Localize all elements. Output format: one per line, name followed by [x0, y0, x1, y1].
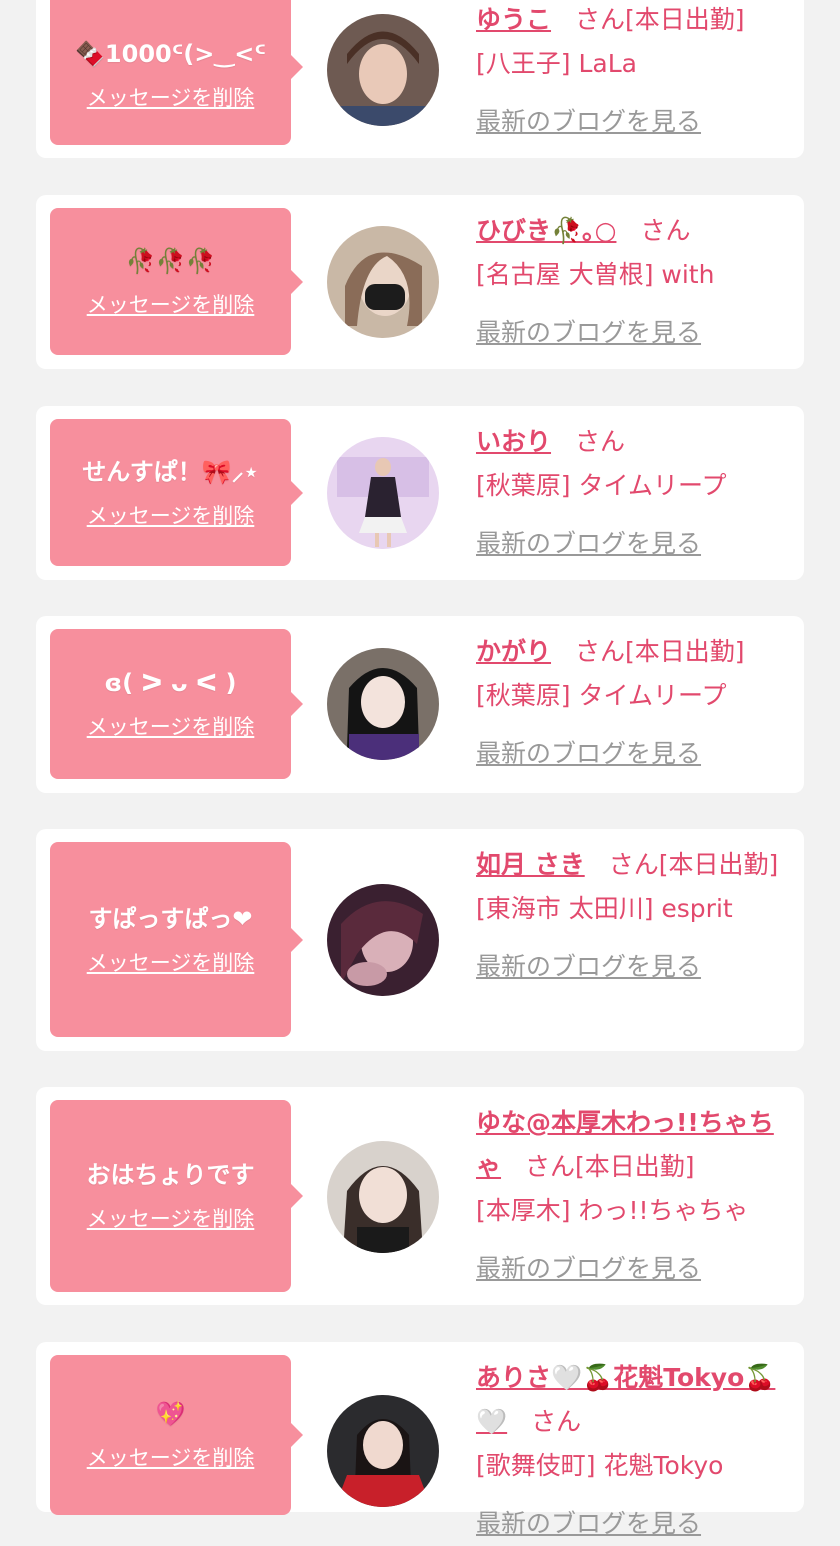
- message-bubble: ɞ( ᐳ ᴗ ᐸ ) メッセージを削除: [50, 629, 303, 779]
- latest-blog-link[interactable]: 最新のブログを見る: [476, 100, 701, 144]
- latest-blog-link[interactable]: 最新のブログを見る: [476, 311, 701, 355]
- message-card: せんすぱ！🎀⸝⋆ メッセージを削除 いおり さん [秋葉原] タイムリープ 最新の…: [36, 406, 804, 580]
- girl-name-link[interactable]: 如月 さき: [476, 850, 585, 879]
- message-bubble: 🥀🥀🥀 メッセージを削除: [50, 208, 303, 355]
- message-card: 🥀🥀🥀 メッセージを削除 ひびき🥀｡○ さん [名古屋 大曽根] with 最新の…: [36, 195, 804, 369]
- girl-info: いおり さん [秋葉原] タイムリープ 最新のブログを見る: [476, 420, 790, 566]
- girl-name-link[interactable]: いおり: [476, 427, 551, 456]
- shop-label: [名古屋 大曽根] with: [476, 260, 715, 289]
- girl-name-link[interactable]: かがり: [476, 637, 551, 666]
- message-card: おはちょりです メッセージを削除 ゆな@本厚木わっ!!ちゃちゃ さん[本日出勤] …: [36, 1087, 804, 1305]
- message-bubble: 🍫1000ᑦ(>‿<ᑦ メッセージを削除: [50, 0, 303, 145]
- avatar[interactable]: [327, 14, 439, 126]
- honorific: さん: [575, 637, 626, 666]
- delete-message-link[interactable]: メッセージを削除: [87, 84, 255, 112]
- shop-label: [八王子] LaLa: [476, 49, 637, 78]
- message-bubble: すぱっすぱっ❤ メッセージを削除: [50, 842, 303, 1037]
- status-label: [本日出勤]: [625, 637, 745, 666]
- honorific: さん: [575, 5, 626, 34]
- shop-label: [東海市 太田川] esprit: [476, 894, 733, 923]
- message-text: せんすぱ！🎀⸝⋆: [82, 457, 259, 486]
- avatar[interactable]: [327, 226, 439, 338]
- latest-blog-link[interactable]: 最新のブログを見る: [476, 1502, 701, 1546]
- shop-label: [本厚木] わっ!!ちゃちゃ: [476, 1196, 749, 1225]
- honorific: さん: [640, 216, 691, 245]
- delete-message-link[interactable]: メッセージを削除: [87, 1205, 255, 1233]
- message-card: 💖 メッセージを削除 ありさ🤍🍒花魁Tokyo🍒🤍 さん [歌舞伎町] 花魁Tok…: [36, 1342, 804, 1538]
- message-bubble: せんすぱ！🎀⸝⋆ メッセージを削除: [50, 419, 303, 566]
- honorific: さん: [575, 427, 626, 456]
- message-bubble: 💖 メッセージを削除: [50, 1355, 303, 1515]
- message-text: 🥀🥀🥀: [125, 246, 216, 275]
- girl-info: ひびき🥀｡○ さん [名古屋 大曽根] with 最新のブログを見る: [476, 209, 790, 355]
- avatar[interactable]: [327, 648, 439, 760]
- delete-message-link[interactable]: メッセージを削除: [87, 713, 255, 741]
- girl-info: かがり さん[本日出勤] [秋葉原] タイムリープ 最新のブログを見る: [476, 630, 790, 776]
- message-card: すぱっすぱっ❤ メッセージを削除 如月 さき さん[本日出勤] [東海市 太田川]…: [36, 829, 804, 1051]
- delete-message-link[interactable]: メッセージを削除: [87, 1444, 255, 1472]
- honorific: さん: [608, 850, 659, 879]
- shop-label: [秋葉原] タイムリープ: [476, 471, 727, 500]
- message-bubble: おはちょりです メッセージを削除: [50, 1100, 303, 1292]
- message-text: 💖: [155, 1400, 186, 1428]
- message-card: ɞ( ᐳ ᴗ ᐸ ) メッセージを削除 かがり さん[本日出勤] [秋葉原] タイ…: [36, 616, 804, 793]
- avatar[interactable]: [327, 437, 439, 549]
- avatar[interactable]: [327, 1141, 439, 1253]
- honorific: さん: [531, 1407, 582, 1436]
- message-card: 🍫1000ᑦ(>‿<ᑦ メッセージを削除 ゆうこ さん[本日出勤] [八王子] L…: [36, 0, 804, 158]
- avatar[interactable]: [327, 884, 439, 996]
- message-text: すぱっすぱっ❤: [88, 904, 253, 933]
- girl-info: ありさ🤍🍒花魁Tokyo🍒🤍 さん [歌舞伎町] 花魁Tokyo 最新のブログを見…: [476, 1356, 790, 1546]
- girl-name-link[interactable]: ひびき🥀｡○: [476, 216, 616, 245]
- delete-message-link[interactable]: メッセージを削除: [87, 949, 255, 977]
- status-label: [本日出勤]: [575, 1152, 695, 1181]
- honorific: さん: [525, 1152, 576, 1181]
- message-text: おはちょりです: [86, 1161, 255, 1189]
- status-label: [本日出勤]: [625, 5, 745, 34]
- girl-info: 如月 さき さん[本日出勤] [東海市 太田川] esprit 最新のブログを見る: [476, 843, 790, 989]
- delete-message-link[interactable]: メッセージを削除: [87, 291, 255, 319]
- girl-info: ゆうこ さん[本日出勤] [八王子] LaLa 最新のブログを見る: [476, 0, 790, 144]
- delete-message-link[interactable]: メッセージを削除: [87, 502, 255, 530]
- shop-label: [歌舞伎町] 花魁Tokyo: [476, 1451, 724, 1480]
- message-text: ɞ( ᐳ ᴗ ᐸ ): [104, 669, 237, 697]
- latest-blog-link[interactable]: 最新のブログを見る: [476, 945, 701, 989]
- girl-name-link[interactable]: ありさ🤍🍒花魁Tokyo🍒🤍: [476, 1363, 775, 1436]
- avatar[interactable]: [327, 1395, 439, 1507]
- latest-blog-link[interactable]: 最新のブログを見る: [476, 732, 701, 776]
- latest-blog-link[interactable]: 最新のブログを見る: [476, 1247, 701, 1291]
- latest-blog-link[interactable]: 最新のブログを見る: [476, 522, 701, 566]
- shop-label: [秋葉原] タイムリープ: [476, 681, 727, 710]
- girl-name-link[interactable]: ゆうこ: [476, 5, 551, 34]
- girl-info: ゆな@本厚木わっ!!ちゃちゃ さん[本日出勤] [本厚木] わっ!!ちゃちゃ 最新…: [476, 1101, 790, 1291]
- message-text: 🍫1000ᑦ(>‿<ᑦ: [75, 39, 266, 68]
- status-label: [本日出勤]: [658, 850, 779, 879]
